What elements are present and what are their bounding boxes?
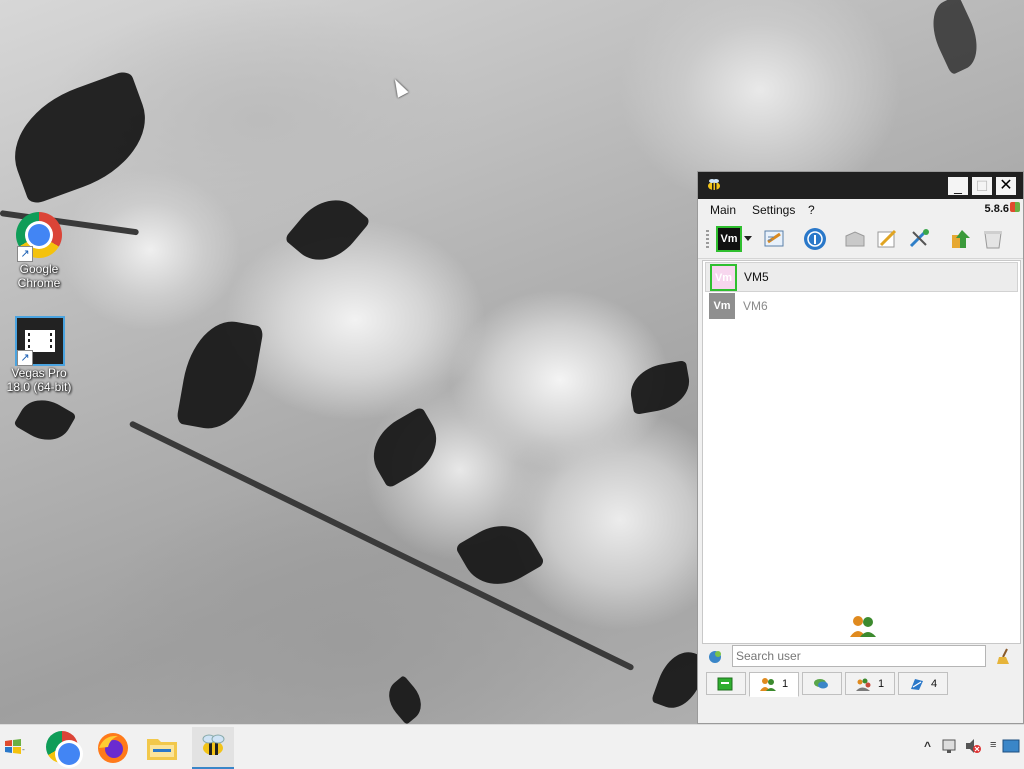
channels-icon bbox=[911, 679, 923, 690]
vegas-pro-icon: ↗ bbox=[15, 316, 65, 366]
groups-icon bbox=[856, 678, 871, 691]
keyboard-tray-icon[interactable]: ≡ bbox=[990, 739, 996, 751]
chat-icon bbox=[814, 679, 828, 689]
toolbar-grip[interactable] bbox=[706, 230, 709, 250]
svg-text:-: - bbox=[22, 745, 25, 754]
user-name: VM6 bbox=[743, 299, 768, 313]
bee-app-icon bbox=[202, 734, 225, 755]
network-tray-icon[interactable] bbox=[941, 738, 959, 754]
menu-help[interactable]: ? bbox=[808, 203, 815, 217]
broadcast-icon[interactable] bbox=[802, 226, 828, 252]
vm-status-icon[interactable]: Vm bbox=[716, 226, 742, 252]
wallpaper-leaf bbox=[380, 675, 430, 724]
notes-icon[interactable] bbox=[874, 226, 900, 252]
search-input[interactable] bbox=[732, 645, 986, 667]
clear-search-broom-icon[interactable] bbox=[995, 647, 1013, 665]
desktop-icon-vegas-pro[interactable]: ↗ Vegas Pro 18.0 (64-bit) bbox=[4, 316, 74, 394]
minimize-button[interactable]: _ bbox=[948, 177, 968, 195]
desktop-icon-label: Vegas Pro 18.0 (64-bit) bbox=[6, 366, 72, 394]
tab-count: 1 bbox=[782, 678, 789, 690]
users-icon bbox=[760, 678, 776, 691]
wallpaper-leaf bbox=[922, 0, 988, 76]
wallpaper-leaf bbox=[13, 390, 77, 450]
taskbar-file-explorer-icon[interactable] bbox=[145, 731, 179, 765]
transfer-icon[interactable] bbox=[948, 226, 974, 252]
tab-chat[interactable] bbox=[802, 672, 842, 695]
tools-icon[interactable] bbox=[906, 226, 932, 252]
mouse-cursor-icon bbox=[389, 76, 409, 98]
taskbar-chrome-icon[interactable] bbox=[45, 731, 80, 765]
list-item[interactable]: Vm VM5 bbox=[705, 262, 1018, 292]
window-titlebar[interactable]: _ ☐ ✕ bbox=[698, 172, 1023, 199]
tab-channels[interactable]: 4 bbox=[898, 672, 948, 695]
show-hidden-icons-button[interactable]: ^ bbox=[924, 739, 931, 753]
taskbar-messenger-button[interactable] bbox=[192, 727, 234, 769]
people-icon bbox=[850, 616, 876, 637]
tab-users[interactable]: 1 bbox=[749, 672, 799, 697]
list-item[interactable]: Vm VM6 bbox=[705, 292, 1016, 320]
tab-status[interactable] bbox=[706, 672, 746, 695]
toolbar: Vm bbox=[698, 220, 1023, 259]
taskbar-firefox-icon[interactable] bbox=[96, 731, 130, 765]
menu-bar: Main Settings ? 5.8.6 bbox=[698, 199, 1023, 219]
version-label: 5.8.6 bbox=[984, 203, 1009, 215]
close-button[interactable]: ✕ bbox=[996, 177, 1016, 195]
user-name: VM5 bbox=[744, 270, 769, 284]
search-bar bbox=[702, 644, 1019, 670]
wallpaper-leaf bbox=[283, 185, 372, 275]
messenger-window: _ ☐ ✕ Main Settings ? 5.8.6 Vm Vm VM5 Vm… bbox=[697, 171, 1024, 724]
menu-settings[interactable]: Settings bbox=[752, 203, 795, 217]
menu-main[interactable]: Main bbox=[710, 203, 736, 217]
tab-count: 4 bbox=[931, 678, 938, 690]
wallpaper-leaf bbox=[175, 314, 265, 436]
tab-groups[interactable]: 1 bbox=[845, 672, 895, 695]
shortcut-arrow-icon: ↗ bbox=[17, 350, 33, 366]
trash-icon[interactable] bbox=[980, 226, 1006, 252]
package-icon[interactable] bbox=[842, 226, 868, 252]
avatar: Vm bbox=[709, 293, 735, 319]
search-options-icon[interactable] bbox=[706, 648, 724, 666]
user-list: Vm VM5 Vm VM6 bbox=[702, 260, 1021, 644]
bottom-tabs: 1 1 4 bbox=[702, 672, 1019, 697]
status-dropdown-arrow[interactable] bbox=[742, 226, 754, 252]
start-button-icon[interactable]: - bbox=[4, 738, 26, 756]
tab-count: 1 bbox=[878, 678, 885, 690]
volume-muted-icon[interactable] bbox=[964, 738, 982, 754]
show-desktop-icon[interactable] bbox=[1002, 739, 1020, 753]
edit-profile-icon[interactable] bbox=[762, 226, 788, 252]
status-icon bbox=[717, 677, 733, 691]
desktop-icon-chrome[interactable]: ↗ Google Chrome bbox=[4, 212, 74, 290]
desktop-icon-label: Google Chrome bbox=[17, 262, 61, 290]
wallpaper-leaf bbox=[626, 360, 694, 415]
avatar: Vm bbox=[710, 264, 737, 291]
shortcut-arrow-icon: ↗ bbox=[17, 246, 33, 262]
bee-app-icon bbox=[708, 179, 720, 190]
taskbar: - ^ ≡ bbox=[0, 724, 1024, 769]
maximize-button[interactable]: ☐ bbox=[972, 177, 992, 195]
chrome-icon: ↗ bbox=[15, 212, 63, 262]
wallpaper-leaf bbox=[360, 406, 450, 489]
windows-flag-icon bbox=[1010, 202, 1020, 212]
wallpaper-leaf bbox=[0, 68, 163, 207]
